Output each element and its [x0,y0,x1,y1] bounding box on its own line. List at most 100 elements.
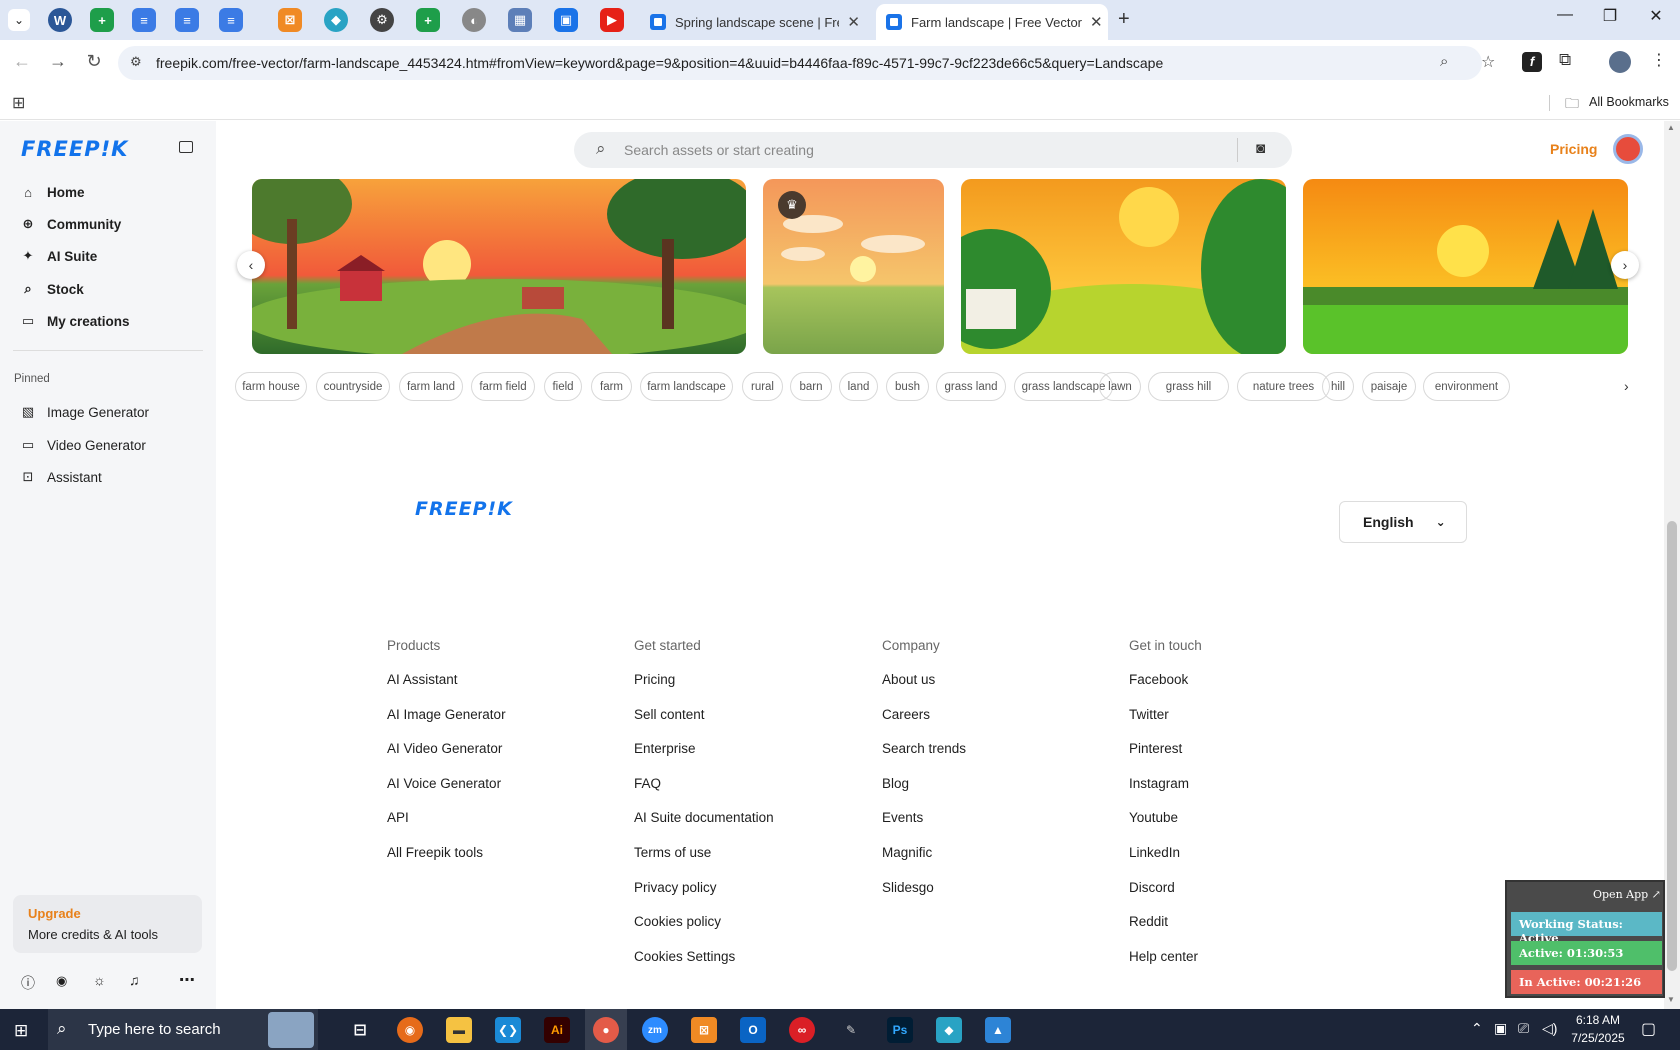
file-explorer-icon[interactable]: ▬ [446,1017,472,1043]
user-avatar[interactable] [1613,134,1643,164]
footer-link[interactable]: API [387,809,506,844]
tag-chip[interactable]: land [839,372,878,401]
tag-chip[interactable]: grass hill [1148,372,1229,401]
footer-link[interactable]: AI Image Generator [387,706,506,741]
footer-link[interactable]: Blog [882,775,966,810]
footer-link[interactable]: Help center [1129,948,1202,983]
footer-link[interactable]: Cookies policy [634,913,774,948]
sidebar-item-assistant[interactable]: ⊡ Assistant [20,469,102,485]
profile-avatar[interactable] [1609,51,1631,73]
footer-link[interactable]: Instagram [1129,775,1202,810]
tag-chip[interactable]: barn [790,372,832,401]
footer-link[interactable]: LinkedIn [1129,844,1202,879]
pinned-tab-docs-icon[interactable]: ≡ [132,8,156,32]
tag-chip[interactable]: farm [591,372,632,401]
tab-search-icon[interactable]: ⌄ [8,9,30,31]
scrollbar-thumb[interactable] [1667,521,1677,971]
clock-time[interactable]: 6:18 AM [1573,1013,1623,1027]
footer-link[interactable]: AI Voice Generator [387,775,506,810]
app-diamond-icon[interactable]: ◆ [936,1017,962,1043]
pricing-link[interactable]: Pricing [1550,141,1597,157]
pinned-tab-calendar-icon[interactable]: ▦ [508,8,532,32]
tag-chip[interactable]: rural [742,372,783,401]
scroll-up-arrow[interactable]: ▲ [1667,123,1675,132]
footer-link[interactable]: Pinterest [1129,740,1202,775]
extensions-puzzle-icon[interactable]: ⧉ [1559,50,1571,70]
carousel-prev-button[interactable]: ‹ [237,251,265,279]
tag-chip[interactable]: lawn [1099,372,1141,401]
tags-scroll-right-icon[interactable]: › [1624,378,1629,394]
more-options-icon[interactable]: ⋯ [179,970,195,990]
discord-icon[interactable]: ◉ [56,973,67,989]
upgrade-card[interactable]: Upgrade More credits & AI tools [13,895,202,953]
pinned-tab-freepik-icon[interactable]: ▣ [554,8,578,32]
sidebar-item-image-generator[interactable]: ▧ Image Generator [20,404,149,420]
footer-link[interactable]: Sell content [634,706,774,741]
tag-chip[interactable]: field [544,372,582,401]
notification-center-icon[interactable]: ▢ [1641,1019,1656,1039]
url-text[interactable]: freepik.com/free-vector/farm-landscape_4… [156,55,1163,71]
tag-chip[interactable]: farm landscape [640,372,733,401]
footer-link[interactable]: Enterprise [634,740,774,775]
language-select[interactable]: English ⌄ [1339,501,1467,543]
help-icon[interactable]: ⓘ [21,973,35,993]
pinned-tab-openai-icon[interactable]: ⚙ [370,8,394,32]
bookmark-star-icon[interactable]: ☆ [1481,52,1495,72]
notifications-bell-icon[interactable]: ♫ [129,972,140,988]
xampp-icon[interactable]: ⊠ [691,1017,717,1043]
pinned-tab-docs-icon[interactable]: ≡ [219,8,243,32]
footer-link[interactable]: Youtube [1129,809,1202,844]
browser-menu-icon[interactable]: ⋮ [1651,50,1667,70]
apps-grid-icon[interactable]: ⊞ [12,93,25,113]
close-tab-icon[interactable]: ✕ [839,13,860,31]
sidebar-item-home[interactable]: ⌂ Home [20,184,84,200]
footer-link[interactable]: Search trends [882,740,966,775]
all-bookmarks-link[interactable]: All Bookmarks [1589,95,1669,109]
outlook-icon[interactable]: O [740,1017,766,1043]
open-app-button[interactable]: Open App ↗ [1593,888,1661,901]
search-bar[interactable]: ⌕ Search assets or start creating ◙ [574,132,1292,168]
windows-start-icon[interactable]: ⊞ [14,1021,28,1041]
firefox-icon[interactable]: ◉ [397,1017,423,1043]
reload-icon[interactable]: ↻ [82,51,106,72]
footer-link[interactable]: Privacy policy [634,879,774,914]
footer-link[interactable]: Cookies Settings [634,948,774,983]
related-image-farm-sunset[interactable] [252,179,746,354]
related-image-green-hill[interactable] [961,179,1286,354]
footer-link[interactable]: All Freepik tools [387,844,506,879]
minimize-icon[interactable]: — [1545,6,1585,24]
vscode-icon[interactable]: ❮❯ [495,1017,521,1043]
illustrator-icon[interactable]: Ai [544,1017,570,1043]
tag-chip[interactable]: grass land [936,372,1006,401]
zoom-icon[interactable]: ⌕ [1440,53,1448,70]
forward-icon[interactable]: → [46,51,70,72]
footer-link[interactable]: FAQ [634,775,774,810]
tag-chip[interactable]: farm field [471,372,535,401]
creative-cloud-icon[interactable]: ∞ [789,1017,815,1043]
tag-chip[interactable]: paisaje [1362,372,1416,401]
tag-chip[interactable]: farm house [235,372,307,401]
related-image-sunny-field[interactable]: ♛ [763,179,944,354]
tag-chip[interactable]: bush [886,372,929,401]
footer-link[interactable]: Slidesgo [882,879,966,914]
sidebar-item-stock[interactable]: ⌕ Stock [20,281,83,297]
tray-app-icon[interactable]: ▣ [1494,1020,1507,1037]
back-icon[interactable]: ← [10,51,34,72]
restore-icon[interactable]: ❐ [1590,6,1630,26]
theme-sun-icon[interactable]: ☼ [93,972,106,988]
related-image-fence-sunset[interactable] [1303,179,1628,354]
footer-link[interactable]: About us [882,671,966,706]
tab-spring-landscape[interactable]: Spring landscape scene | Free V ✕ [640,4,870,40]
footer-link[interactable]: Reddit [1129,913,1202,948]
clock-date[interactable]: 7/25/2025 [1568,1031,1628,1045]
extension-font-icon[interactable]: f [1522,52,1542,72]
tab-farm-landscape[interactable]: Farm landscape | Free Vector ✕ [876,4,1108,40]
footer-link[interactable]: Discord [1129,879,1202,914]
footer-link[interactable]: AI Suite documentation [634,809,774,844]
footer-logo[interactable]: FREEP!K [415,498,513,520]
sidebar-item-my-creations[interactable]: ▭ My creations [20,313,130,329]
network-icon[interactable]: ⎚ [1518,1020,1529,1037]
scroll-down-arrow[interactable]: ▼ [1667,995,1675,1004]
footer-link[interactable]: Twitter [1129,706,1202,741]
pinned-tab-youtube-icon[interactable]: ▶ [600,8,624,32]
